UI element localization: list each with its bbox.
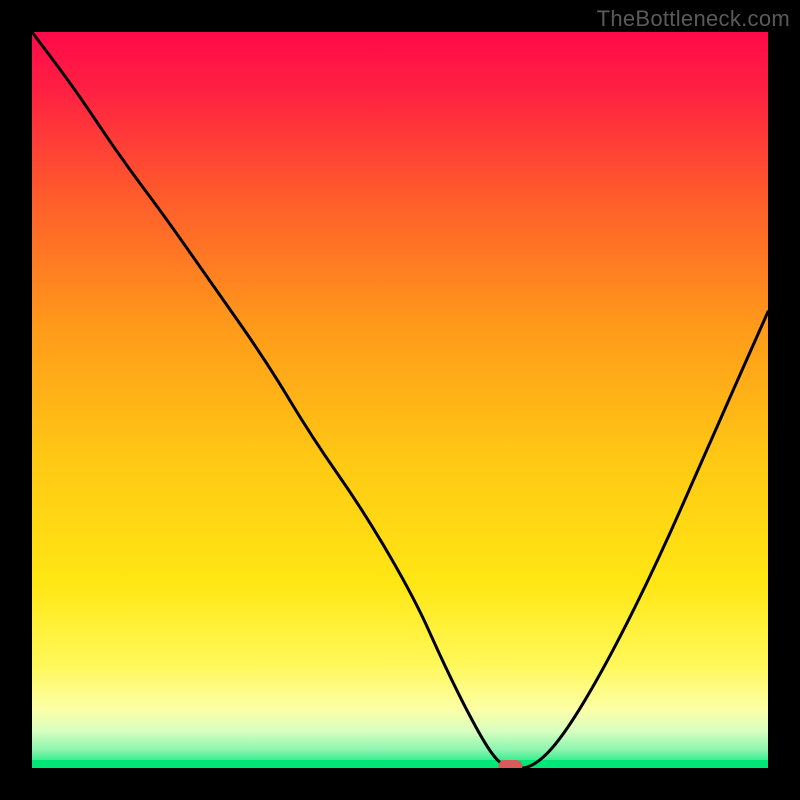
minimum-marker bbox=[498, 760, 522, 768]
chart-svg bbox=[32, 32, 768, 768]
watermark-text: TheBottleneck.com bbox=[597, 6, 790, 32]
gradient-rect bbox=[32, 32, 768, 768]
chart-frame: TheBottleneck.com bbox=[0, 0, 800, 800]
plot-area bbox=[32, 32, 768, 768]
baseline-strip bbox=[32, 760, 768, 768]
